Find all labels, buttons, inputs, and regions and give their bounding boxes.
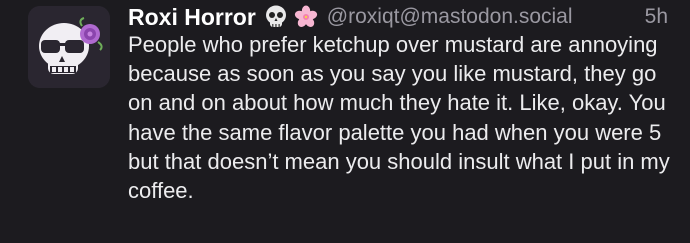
post-timestamp[interactable]: 5h xyxy=(645,5,668,29)
skull-avatar-icon xyxy=(28,6,110,88)
post-content: People who prefer ketchup over mustard a… xyxy=(128,32,670,204)
skull-emoji-icon xyxy=(264,4,288,30)
status-post: Roxi Horror @roxiqt@mastodon.social 5h P… xyxy=(0,0,690,243)
post-header: Roxi Horror @roxiqt@mastodon.social 5h xyxy=(128,0,668,34)
account-handle[interactable]: @roxiqt@mastodon.social xyxy=(327,5,573,29)
avatar[interactable] xyxy=(28,6,110,88)
display-name[interactable]: Roxi Horror xyxy=(128,4,256,31)
cherry-blossom-emoji-icon xyxy=(294,4,318,30)
